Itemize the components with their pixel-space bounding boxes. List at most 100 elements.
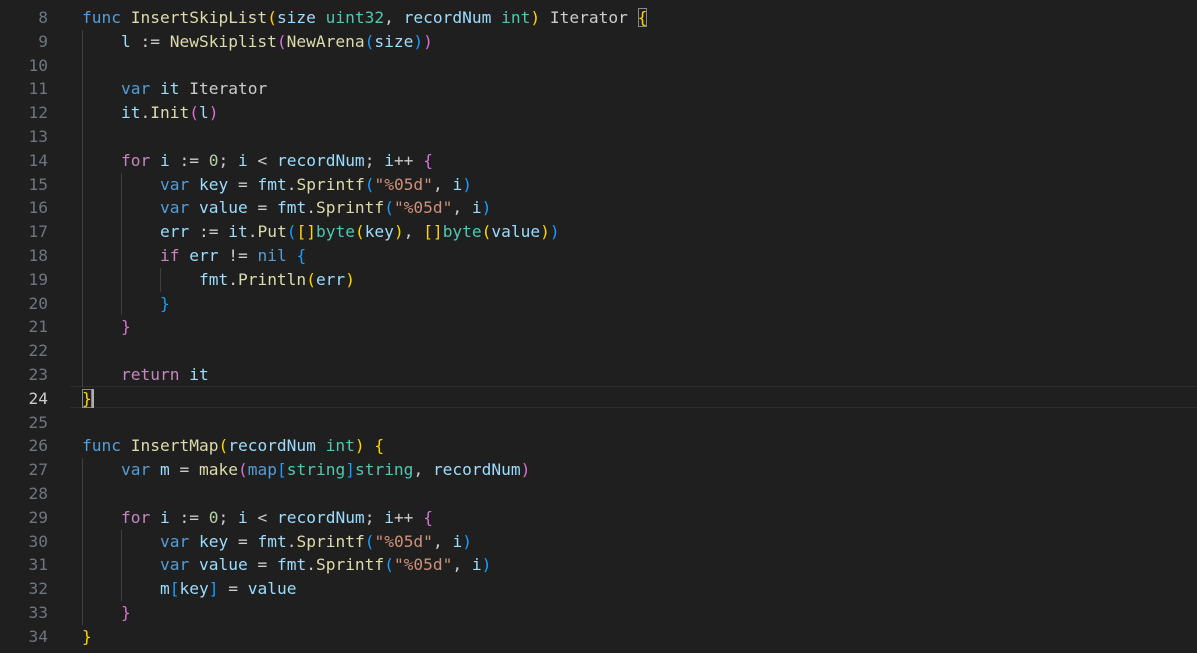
line-number[interactable]: 15 xyxy=(0,173,49,197)
code-token: . xyxy=(228,269,238,289)
line-number[interactable]: 22 xyxy=(0,339,49,363)
line-number[interactable]: 13 xyxy=(0,125,49,149)
code-line[interactable]: 17 err := it.Put([]byte(key), []byte(val… xyxy=(0,220,1197,244)
line-number[interactable]: 10 xyxy=(0,54,49,78)
code-editor[interactable]: 8 func InsertSkipList(size uint32, record… xyxy=(0,0,1197,653)
code-token: "%05d" xyxy=(374,531,433,551)
code-line[interactable]: 10 xyxy=(0,54,1197,78)
code-text[interactable]: var key = fmt.Sprintf("%05d", i) xyxy=(82,530,472,554)
line-number[interactable]: 28 xyxy=(0,482,49,506)
code-text[interactable]: return it xyxy=(82,363,209,387)
code-token: make xyxy=(198,460,238,480)
line-number[interactable]: 23 xyxy=(0,363,49,387)
code-line[interactable]: 27 var m = make(map[string]string, recor… xyxy=(0,458,1197,482)
code-line[interactable]: 13 xyxy=(0,125,1197,149)
code-line[interactable]: 20 } xyxy=(0,292,1197,316)
code-line[interactable]: 31 var value = fmt.Sprintf("%05d", i) xyxy=(0,553,1197,577)
code-token: var xyxy=(159,531,190,551)
code-text[interactable]: var it Iterator xyxy=(82,77,267,101)
line-number[interactable]: 14 xyxy=(0,149,49,173)
line-number[interactable]: 24 xyxy=(0,387,49,411)
code-text[interactable]: l := NewSkiplist(NewArena(size)) xyxy=(82,30,433,54)
code-token: 0 xyxy=(208,507,219,527)
code-line[interactable]: 25 xyxy=(0,411,1197,435)
code-text[interactable]: func InsertSkipList(size uint32, recordN… xyxy=(82,6,648,30)
code-text[interactable]: } xyxy=(82,601,131,625)
code-line[interactable]: 9 l := NewSkiplist(NewArena(size)) xyxy=(0,30,1197,54)
code-line[interactable]: 34} xyxy=(0,625,1197,649)
code-text[interactable]: for i := 0; i < recordNum; i++ { xyxy=(82,506,433,530)
line-number[interactable]: 9 xyxy=(0,30,48,54)
code-line[interactable]: 18 if err != nil { xyxy=(0,244,1197,268)
code-text[interactable]: err := it.Put([]byte(key), []byte(value)… xyxy=(82,220,560,244)
line-number[interactable]: 29 xyxy=(0,506,49,530)
code-text[interactable]: it.Init(l) xyxy=(82,101,218,125)
code-text[interactable]: m[key] = value xyxy=(82,577,296,601)
line-number[interactable]: 8 xyxy=(0,6,48,30)
code-line[interactable]: 23 return it xyxy=(0,363,1197,387)
code-line[interactable]: 14 for i := 0; i < recordNum; i++ { xyxy=(0,149,1197,173)
code-text[interactable]: } xyxy=(82,387,92,411)
line-number[interactable]: 32 xyxy=(0,577,49,601)
code-line[interactable]: 28 xyxy=(0,482,1197,506)
code-token: recordNum xyxy=(403,8,492,27)
code-token: ( xyxy=(306,269,316,289)
line-number[interactable]: 16 xyxy=(0,196,49,220)
code-line[interactable]: 12 it.Init(l) xyxy=(0,101,1197,125)
line-number[interactable]: 30 xyxy=(0,530,49,554)
code-text[interactable]: } xyxy=(82,315,131,339)
code-text[interactable]: } xyxy=(82,625,92,649)
code-line[interactable]: 24} xyxy=(0,387,1197,411)
code-token: Sprintf xyxy=(315,198,385,218)
line-number[interactable]: 33 xyxy=(0,601,49,625)
code-text[interactable]: fmt.Println(err) xyxy=(82,268,355,292)
code-line[interactable]: 30 var key = fmt.Sprintf("%05d", i) xyxy=(0,530,1197,554)
line-number[interactable]: 27 xyxy=(0,458,49,482)
line-number[interactable]: 18 xyxy=(0,244,49,268)
code-line[interactable]: 22 xyxy=(0,339,1197,363)
indent-guide xyxy=(159,267,161,292)
code-text[interactable]: for i := 0; i < recordNum; i++ { xyxy=(82,149,433,173)
code-text[interactable]: if err != nil { xyxy=(82,244,306,268)
code-line[interactable]: 8 func InsertSkipList(size uint32, record… xyxy=(0,6,1197,30)
code-text[interactable]: var value = fmt.Sprintf("%05d", i) xyxy=(82,196,491,220)
code-text[interactable]: var key = fmt.Sprintf("%05d", i) xyxy=(82,173,472,197)
line-number[interactable]: 19 xyxy=(0,268,49,292)
code-text[interactable]: var value = fmt.Sprintf("%05d", i) xyxy=(82,553,491,577)
code-line[interactable]: 33 } xyxy=(0,601,1197,625)
line-number[interactable]: 17 xyxy=(0,220,49,244)
line-number[interactable]: 26 xyxy=(0,434,49,458)
line-number[interactable]: 11 xyxy=(0,77,49,101)
code-line[interactable]: 15 var key = fmt.Sprintf("%05d", i) xyxy=(0,173,1197,197)
code-line[interactable]: 32 m[key] = value xyxy=(0,577,1197,601)
code-token: := xyxy=(169,150,209,170)
code-line[interactable]: 29 for i := 0; i < recordNum; i++ { xyxy=(0,506,1197,530)
code-line[interactable]: 21 } xyxy=(0,315,1197,339)
line-number[interactable]: 20 xyxy=(0,292,49,316)
code-line[interactable]: 11 var it Iterator xyxy=(0,77,1197,101)
code-token: [ xyxy=(169,579,180,599)
code-text[interactable]: } xyxy=(82,292,170,316)
code-token: ) xyxy=(413,31,424,51)
code-token: ( xyxy=(481,222,492,242)
line-number[interactable]: 31 xyxy=(0,553,49,577)
code-line[interactable]: 16 var value = fmt.Sprintf("%05d", i) xyxy=(0,196,1197,220)
line-number[interactable]: 25 xyxy=(0,411,49,435)
code-token: ) xyxy=(393,222,404,242)
code-token: := xyxy=(169,507,209,527)
line-number[interactable]: 12 xyxy=(0,101,49,125)
code-line[interactable]: 26 func InsertMap(recordNum int) { xyxy=(0,434,1197,458)
code-text[interactable]: func InsertMap(recordNum int) { xyxy=(82,434,384,458)
line-number[interactable]: 34 xyxy=(0,625,49,649)
code-text[interactable]: var m = make(map[string]string, recordNu… xyxy=(82,458,530,482)
code-token: recordNum xyxy=(228,436,316,456)
code-line[interactable]: 19 fmt.Println(err) xyxy=(0,268,1197,292)
code-token: i xyxy=(452,174,463,194)
line-number[interactable]: 21 xyxy=(0,315,49,339)
